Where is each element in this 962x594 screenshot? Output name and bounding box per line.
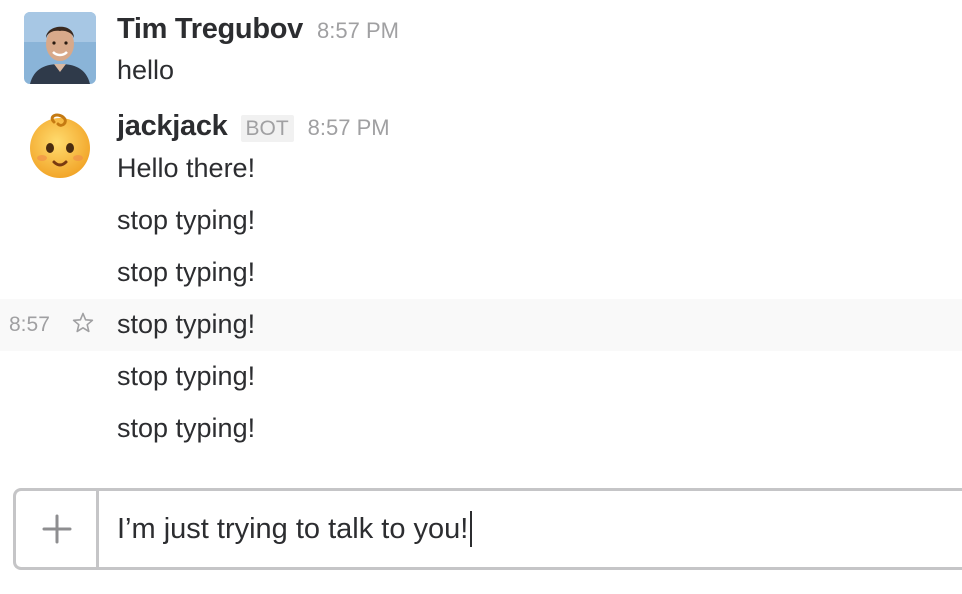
avatar-tim-tregubov[interactable] — [24, 12, 96, 84]
text-caret — [470, 511, 473, 547]
message-text: stop typing! — [117, 257, 256, 287]
message-text: stop typing! — [117, 205, 256, 235]
avatar-jackjack[interactable] — [24, 110, 96, 182]
message-pane: Tim Tregubov 8:57 PM hello jackjack BOT … — [0, 0, 962, 594]
add-attachment-button[interactable] — [16, 491, 99, 567]
message-hover-timestamp[interactable]: 8:57 — [9, 313, 50, 337]
user-photo-icon — [24, 12, 96, 84]
sender-name[interactable]: Tim Tregubov — [117, 13, 303, 46]
message-timestamp[interactable]: 8:57 PM — [317, 18, 399, 44]
sender-name[interactable]: jackjack — [117, 110, 228, 143]
message-text: stop typing! — [117, 361, 256, 391]
message-input[interactable]: I’m just trying to talk to you! — [117, 511, 473, 547]
message-text: stop typing! — [117, 413, 256, 443]
baby-face-icon — [30, 113, 90, 178]
message-header: Tim Tregubov 8:57 PM — [117, 13, 399, 46]
message-row[interactable]: stop typing! — [0, 195, 962, 247]
plus-icon — [42, 514, 72, 544]
message-header: jackjack BOT 8:57 PM — [117, 110, 390, 143]
message-text: Hello there! — [117, 153, 256, 183]
bot-badge: BOT — [240, 115, 294, 142]
message-composer: I’m just trying to talk to you! — [13, 488, 962, 570]
message-row[interactable]: stop typing! — [0, 247, 962, 299]
message-text: stop typing! — [117, 309, 256, 339]
message-row-hovered[interactable]: 8:57 stop typing! — [0, 299, 962, 351]
message-row[interactable]: stop typing! — [0, 351, 962, 403]
message-text: hello — [117, 55, 175, 85]
star-icon[interactable] — [71, 311, 95, 335]
message-input-value: I’m just trying to talk to you! — [117, 512, 469, 545]
message-timestamp[interactable]: 8:57 PM — [308, 115, 390, 141]
message-row[interactable]: stop typing! — [0, 403, 962, 455]
